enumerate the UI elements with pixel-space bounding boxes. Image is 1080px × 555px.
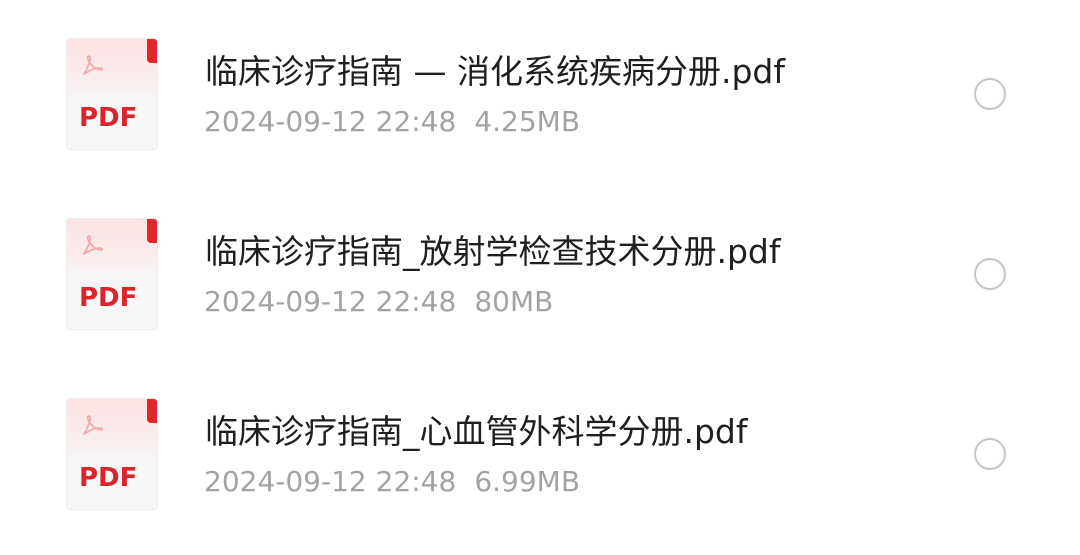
file-meta: 2024-09-12 22:48 80MB [204,284,553,320]
pdf-file-icon: PDF [66,38,158,150]
file-date: 2024-09-12 22:48 [204,105,457,138]
file-name: 临床诊疗指南_心血管外科学分册.pdf [205,412,748,451]
pdf-file-icon: PDF [66,398,158,510]
file-type-label: PDF [79,463,138,493]
file-name: 临床诊疗指南_放射学检查技术分册.pdf [205,232,781,271]
file-type-label: PDF [79,103,138,133]
pdf-file-icon: PDF [66,218,158,330]
file-list-item[interactable]: PDF 临床诊疗指南_心血管外科学分册.pdf 2024-09-12 22:48… [0,380,1080,530]
file-meta: 2024-09-12 22:48 4.25MB [204,104,580,140]
acrobat-logo-icon [83,235,104,255]
acrobat-logo-icon [83,415,104,435]
file-list: PDF 临床诊疗指南 — 消化系统疾病分册.pdf 2024-09-12 22:… [0,0,1080,555]
radio-unchecked-icon[interactable] [974,78,1006,110]
file-size: 6.99MB [474,465,581,498]
radio-unchecked-icon[interactable] [974,438,1006,470]
file-size: 80MB [474,285,554,318]
acrobat-logo-icon [83,55,104,75]
radio-unchecked-icon[interactable] [974,258,1006,290]
file-date: 2024-09-12 22:48 [204,465,457,498]
file-list-item[interactable]: PDF 临床诊疗指南_放射学检查技术分册.pdf 2024-09-12 22:4… [0,200,1080,350]
file-type-label: PDF [79,283,138,313]
file-name: 临床诊疗指南 — 消化系统疾病分册.pdf [205,52,785,91]
file-list-item[interactable]: PDF 临床诊疗指南 — 消化系统疾病分册.pdf 2024-09-12 22:… [0,20,1080,170]
file-size: 4.25MB [474,105,581,138]
file-meta: 2024-09-12 22:48 6.99MB [204,464,580,500]
file-date: 2024-09-12 22:48 [204,285,457,318]
